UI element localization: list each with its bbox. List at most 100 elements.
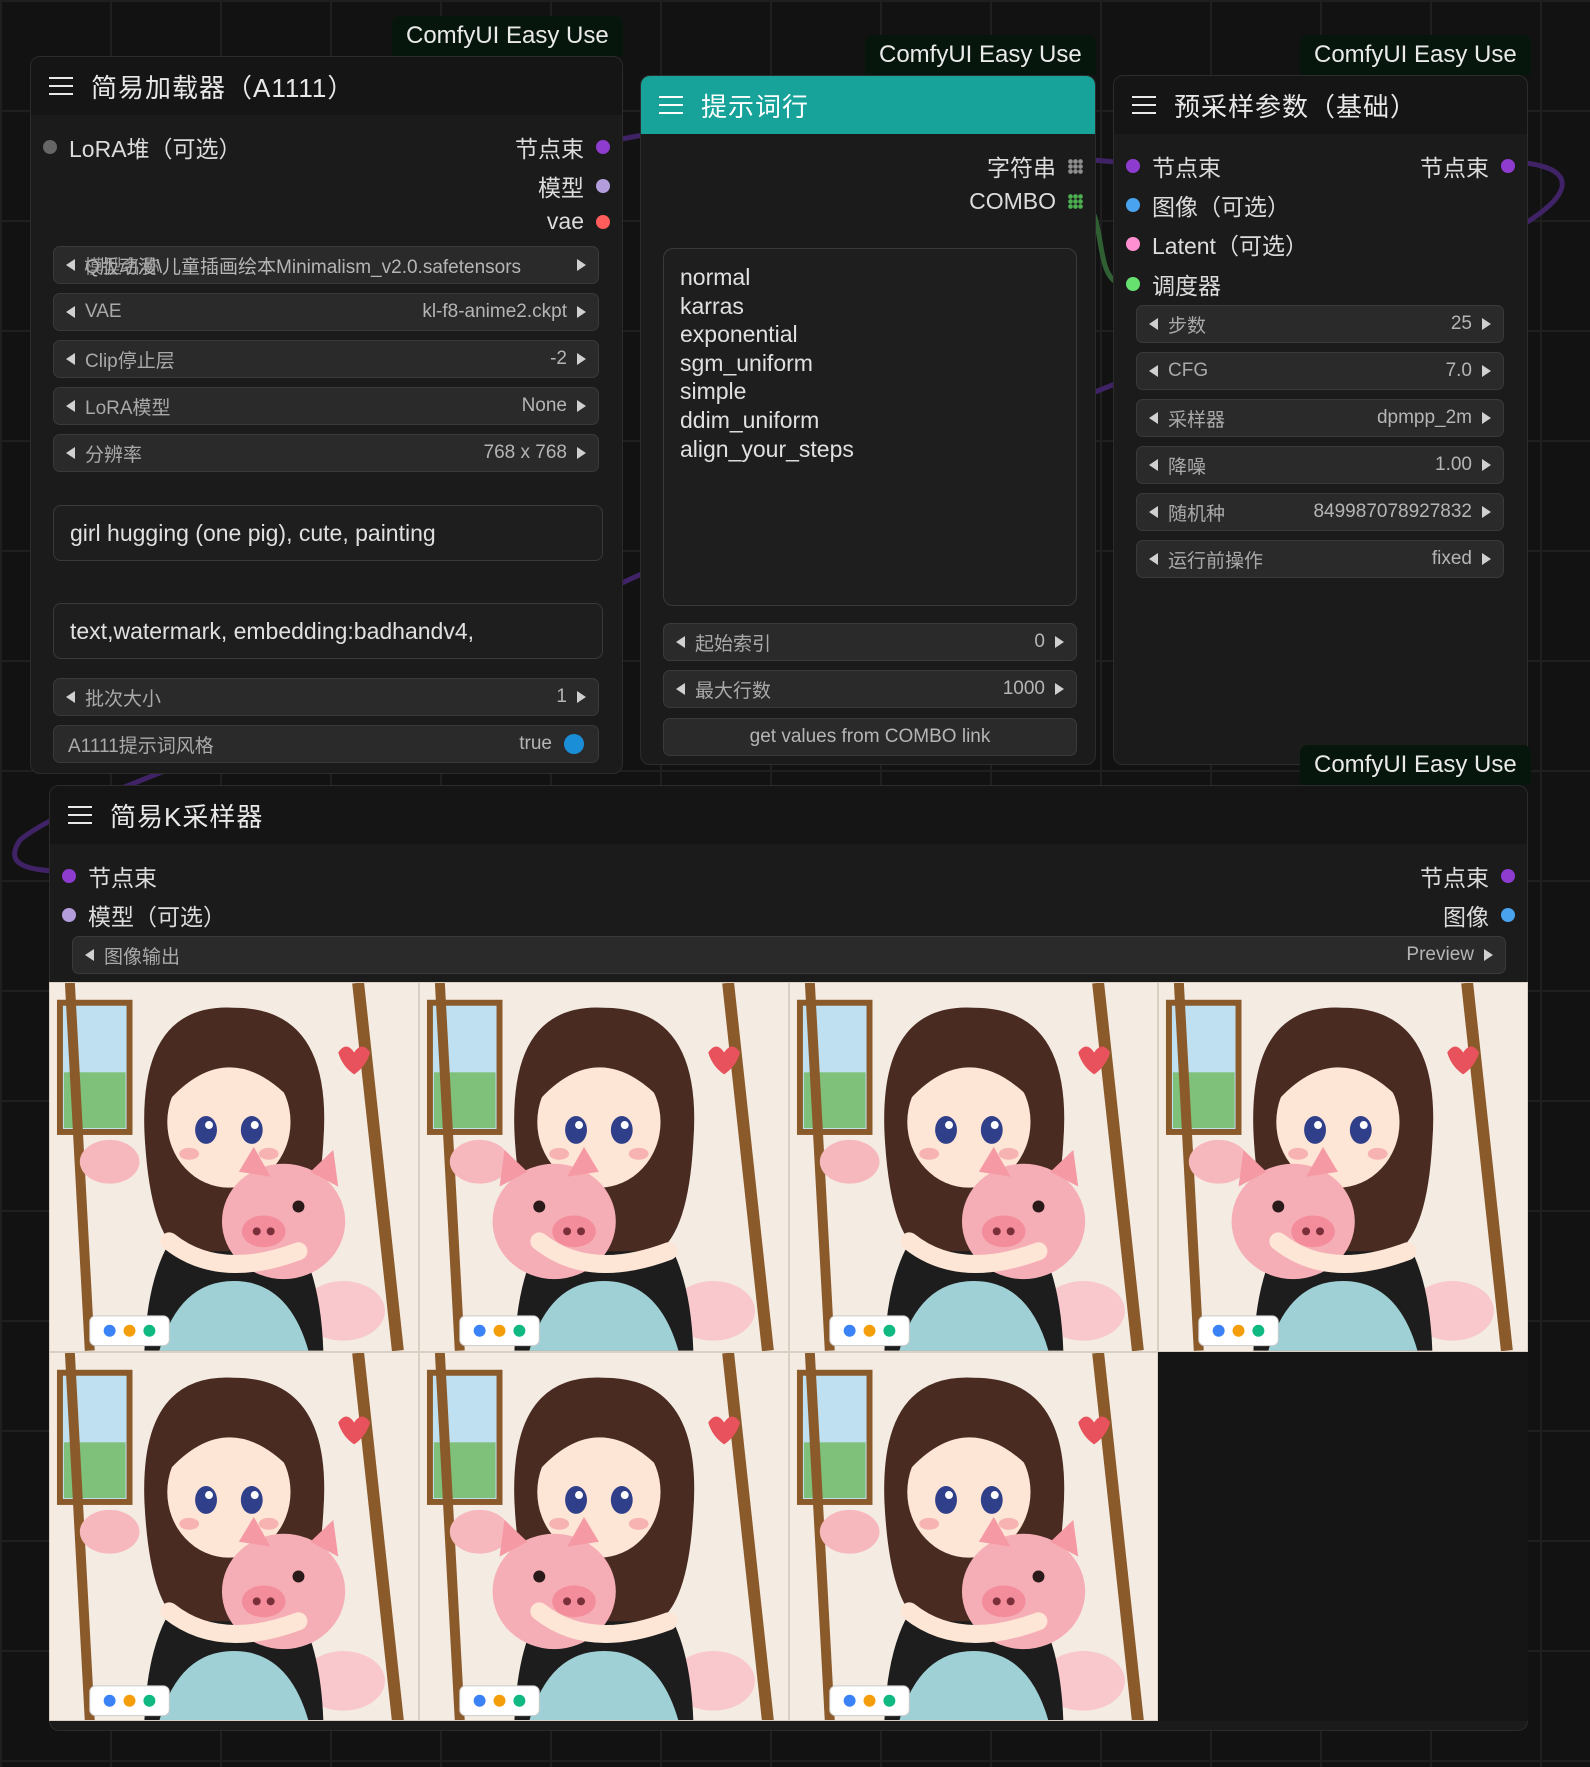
- preview-image[interactable]: [418, 982, 789, 1352]
- menu-icon[interactable]: [68, 806, 92, 824]
- list-output-icon[interactable]: [1068, 194, 1083, 209]
- preview-image[interactable]: [49, 982, 419, 1352]
- node-prompt-line[interactable]: 提示词行 字符串 COMBO normal karras exponential…: [640, 75, 1096, 765]
- input-scheduler[interactable]: 调度器: [1126, 267, 1221, 301]
- menu-icon[interactable]: [49, 77, 73, 95]
- output-combo[interactable]: COMBO: [969, 188, 1083, 215]
- input-dot-icon[interactable]: [62, 869, 76, 883]
- widget-max-rows[interactable]: 最大行数 1000: [663, 670, 1077, 708]
- toggle-a1111-style[interactable]: A1111提示词风格 true: [53, 725, 599, 763]
- preview-image[interactable]: [788, 1351, 1159, 1721]
- widget-steps[interactable]: 步数 25: [1136, 305, 1504, 343]
- increment-arrow-icon[interactable]: [1482, 553, 1491, 565]
- decrement-arrow-icon[interactable]: [1149, 459, 1158, 471]
- output-dot-icon[interactable]: [1501, 869, 1515, 883]
- output-dot-icon[interactable]: [1501, 159, 1515, 173]
- decrement-arrow-icon[interactable]: [66, 353, 75, 365]
- input-image[interactable]: 图像（可选）: [1126, 188, 1290, 222]
- node-title-bar[interactable]: 预采样参数（基础）: [1114, 76, 1527, 134]
- decrement-arrow-icon[interactable]: [66, 306, 75, 318]
- decrement-arrow-icon[interactable]: [1149, 318, 1158, 330]
- output-dot-icon[interactable]: [1501, 908, 1515, 922]
- decrement-arrow-icon[interactable]: [66, 447, 75, 459]
- widget-start-index[interactable]: 起始索引 0: [663, 623, 1077, 661]
- output-string[interactable]: 字符串: [987, 149, 1083, 183]
- widget-clip-skip[interactable]: Clip停止层 -2: [53, 340, 599, 378]
- menu-icon[interactable]: [1132, 96, 1156, 114]
- get-combo-values-button[interactable]: get values from COMBO link: [663, 718, 1077, 756]
- node-title-bar[interactable]: 简易加载器（A1111）: [31, 57, 622, 115]
- increment-arrow-icon[interactable]: [1482, 412, 1491, 424]
- input-pipe[interactable]: 节点束: [62, 859, 157, 893]
- output-dot-icon[interactable]: [596, 140, 610, 154]
- widget-denoise[interactable]: 降噪 1.00: [1136, 446, 1504, 484]
- increment-arrow-icon[interactable]: [577, 259, 586, 271]
- slot-label: COMBO: [969, 188, 1056, 214]
- input-dot-icon[interactable]: [62, 908, 76, 922]
- decrement-arrow-icon[interactable]: [66, 400, 75, 412]
- output-pipe[interactable]: 节点束: [1420, 149, 1515, 183]
- widget-cfg[interactable]: CFG 7.0: [1136, 352, 1504, 390]
- node-title-bar[interactable]: 简易K采样器: [50, 786, 1527, 844]
- output-dot-icon[interactable]: [596, 214, 610, 229]
- output-image[interactable]: 图像: [1443, 898, 1515, 932]
- increment-arrow-icon[interactable]: [1482, 365, 1491, 377]
- decrement-arrow-icon[interactable]: [1149, 412, 1158, 424]
- input-pipe[interactable]: 节点束: [1126, 149, 1221, 183]
- input-lora-stack[interactable]: LoRA堆（可选）: [43, 130, 242, 164]
- widget-batch-size[interactable]: 批次大小 1: [53, 678, 599, 716]
- increment-arrow-icon[interactable]: [577, 447, 586, 459]
- widget-sampler[interactable]: 采样器 dpmpp_2m: [1136, 399, 1504, 437]
- output-model[interactable]: 模型: [538, 169, 610, 203]
- input-dot-icon[interactable]: [1126, 198, 1140, 212]
- increment-arrow-icon[interactable]: [1055, 683, 1064, 695]
- decrement-arrow-icon[interactable]: [676, 683, 685, 695]
- input-dot-icon[interactable]: [1126, 159, 1140, 173]
- decrement-arrow-icon[interactable]: [66, 691, 75, 703]
- widget-seed[interactable]: 随机种 849987078927832: [1136, 493, 1504, 531]
- preview-image[interactable]: [49, 1351, 419, 1721]
- widget-control-before-run[interactable]: 运行前操作 fixed: [1136, 540, 1504, 578]
- positive-prompt-field[interactable]: girl hugging (one pig), cute, painting: [53, 505, 603, 561]
- widget-lora-model[interactable]: LoRA模型 None: [53, 387, 599, 425]
- input-dot-icon[interactable]: [43, 140, 57, 154]
- decrement-arrow-icon[interactable]: [1149, 553, 1158, 565]
- increment-arrow-icon[interactable]: [577, 353, 586, 365]
- increment-arrow-icon[interactable]: [577, 400, 586, 412]
- widget-image-output[interactable]: 图像输出 Preview: [72, 936, 1506, 974]
- decrement-arrow-icon[interactable]: [85, 949, 94, 961]
- output-vae[interactable]: vae: [547, 208, 610, 235]
- widget-resolution[interactable]: 分辨率 768 x 768: [53, 434, 599, 472]
- output-dot-icon[interactable]: [596, 179, 610, 193]
- input-dot-icon[interactable]: [1126, 237, 1140, 251]
- node-presampler-basic[interactable]: 预采样参数（基础） 节点束 节点束 图像（可选） Latent（可选） 调度器 …: [1113, 75, 1528, 765]
- increment-arrow-icon[interactable]: [1482, 459, 1491, 471]
- preview-image[interactable]: [1158, 982, 1528, 1352]
- increment-arrow-icon[interactable]: [1055, 636, 1064, 648]
- decrement-arrow-icon[interactable]: [66, 259, 75, 271]
- preview-image[interactable]: [788, 982, 1159, 1352]
- list-output-icon[interactable]: [1068, 158, 1083, 174]
- output-pipe[interactable]: 节点束: [515, 130, 610, 164]
- input-dot-icon[interactable]: [1126, 277, 1140, 291]
- increment-arrow-icon[interactable]: [1484, 949, 1493, 961]
- decrement-arrow-icon[interactable]: [1149, 365, 1158, 377]
- input-latent[interactable]: Latent（可选）: [1126, 227, 1308, 261]
- node-title-bar[interactable]: 提示词行: [641, 76, 1095, 134]
- widget-vae[interactable]: VAE kl-f8-anime2.ckpt: [53, 293, 599, 331]
- menu-icon[interactable]: [659, 96, 683, 114]
- output-pipe[interactable]: 节点束: [1420, 859, 1515, 893]
- decrement-arrow-icon[interactable]: [1149, 506, 1158, 518]
- decrement-arrow-icon[interactable]: [676, 636, 685, 648]
- increment-arrow-icon[interactable]: [1482, 506, 1491, 518]
- preview-image[interactable]: [418, 1351, 789, 1721]
- increment-arrow-icon[interactable]: [577, 691, 586, 703]
- increment-arrow-icon[interactable]: [577, 306, 586, 318]
- node-simple-loader[interactable]: 简易加载器（A1111） LoRA堆（可选） 节点束 模型 vae Q版动漫\儿…: [30, 56, 623, 774]
- toggle-indicator-icon[interactable]: [564, 734, 584, 754]
- input-model[interactable]: 模型（可选）: [62, 898, 226, 932]
- increment-arrow-icon[interactable]: [1482, 318, 1491, 330]
- widget-model-name[interactable]: Q版动漫\儿童插画绘本Minimalism_v2.0.safetensors 模…: [53, 246, 599, 284]
- negative-prompt-field[interactable]: text,watermark, embedding:badhandv4,: [53, 603, 603, 659]
- prompt-lines-textarea[interactable]: normal karras exponential sgm_uniform si…: [663, 248, 1077, 606]
